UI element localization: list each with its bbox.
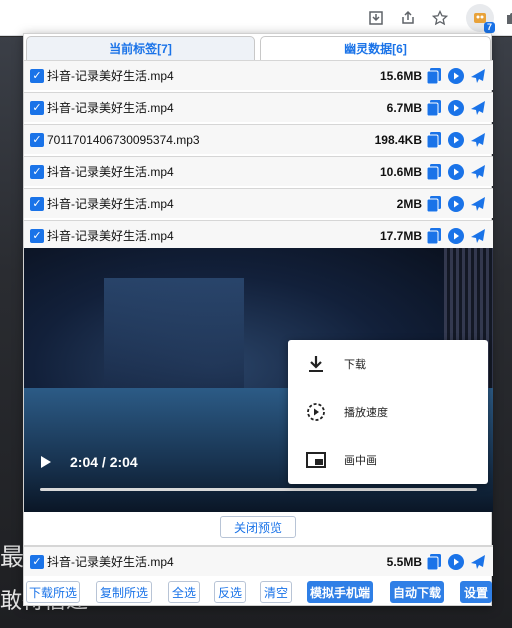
send-download-icon[interactable] xyxy=(470,554,486,570)
tab-ghost-data[interactable]: 幽灵数据[6] xyxy=(260,36,491,61)
checkbox[interactable]: ✓ xyxy=(30,228,44,243)
file-name: 抖音-记录美好生活.mp4 xyxy=(47,555,174,569)
file-size: 17.7MB xyxy=(379,228,422,243)
menu-item-label: 画中画 xyxy=(344,455,377,467)
file-size: 2MB xyxy=(396,196,422,211)
checkbox[interactable]: ✓ xyxy=(30,68,44,83)
checkbox[interactable]: ✓ xyxy=(30,132,44,147)
file-size: 5.5MB xyxy=(386,554,422,569)
download-selected-button[interactable]: 下载所选 xyxy=(26,581,80,603)
send-download-icon[interactable] xyxy=(470,164,486,180)
play-icon[interactable] xyxy=(448,99,464,116)
file-row[interactable]: ✓ 7011701406730095374.mp3 198.4KB xyxy=(24,124,493,154)
file-size: 6.7MB xyxy=(386,100,422,115)
star-icon[interactable] xyxy=(428,6,452,30)
copy-icon[interactable] xyxy=(426,163,442,180)
player-context-menu: 下载 播放速度 画中画 xyxy=(288,340,488,484)
close-preview-button[interactable]: 关闭预览 xyxy=(220,516,296,538)
extension-badge: 7 xyxy=(483,22,495,33)
settings-button[interactable]: 设置 xyxy=(460,581,492,603)
play-icon[interactable] xyxy=(40,455,54,469)
file-row[interactable]: ✓ 抖音-记录美好生活.mp4 5.5MB xyxy=(24,546,493,576)
download-icon[interactable] xyxy=(364,6,388,30)
progress-bar[interactable] xyxy=(40,488,477,491)
share-icon[interactable] xyxy=(396,6,420,30)
puzzle-icon[interactable] xyxy=(500,6,512,30)
tab-current[interactable]: 当前标签[7] xyxy=(26,36,255,61)
file-row[interactable]: ✓ 抖音-记录美好生活.mp4 17.7MB xyxy=(24,220,493,250)
file-size: 198.4KB xyxy=(374,132,422,147)
invert-selection-button[interactable]: 反选 xyxy=(214,581,246,603)
file-name: 抖音-记录美好生活.mp4 xyxy=(47,69,174,83)
file-name: 抖音-记录美好生活.mp4 xyxy=(47,165,174,179)
picture-in-picture-icon xyxy=(305,449,327,471)
play-icon[interactable] xyxy=(448,195,464,212)
copy-icon[interactable] xyxy=(426,131,442,148)
extension-icon[interactable]: 7 xyxy=(466,4,495,33)
copy-icon[interactable] xyxy=(426,67,442,84)
simulate-mobile-button[interactable]: 模拟手机端 xyxy=(307,581,373,603)
checkbox[interactable]: ✓ xyxy=(30,554,44,569)
checkbox[interactable]: ✓ xyxy=(30,196,44,211)
playback-time: 2:04 / 2:04 xyxy=(70,454,138,470)
download-icon xyxy=(305,353,327,375)
browser-toolbar: 7 xyxy=(0,0,512,36)
menu-item-label: 下载 xyxy=(344,359,366,371)
play-icon[interactable] xyxy=(448,131,464,148)
player-controls: 2:04 / 2:04 xyxy=(40,454,138,470)
menu-item-label: 播放速度 xyxy=(344,407,388,419)
play-icon[interactable] xyxy=(448,163,464,180)
file-name: 7011701406730095374.mp3 xyxy=(47,132,200,147)
play-icon[interactable] xyxy=(448,67,464,84)
menu-item-download[interactable]: 下载 xyxy=(288,340,488,388)
menu-item-picture-in-picture[interactable]: 画中画 xyxy=(288,436,488,484)
file-name: 抖音-记录美好生活.mp4 xyxy=(47,101,174,115)
video-frame-city xyxy=(104,278,244,388)
auto-download-button[interactable]: 自动下载 xyxy=(390,581,444,603)
send-download-icon[interactable] xyxy=(470,100,486,116)
file-name: 抖音-记录美好生活.mp4 xyxy=(47,197,174,211)
clear-button[interactable]: 清空 xyxy=(260,581,292,603)
playback-speed-icon xyxy=(305,401,327,423)
play-icon[interactable] xyxy=(448,553,464,570)
file-size: 10.6MB xyxy=(379,164,422,179)
send-download-icon[interactable] xyxy=(470,228,486,244)
play-icon[interactable] xyxy=(448,227,464,244)
action-bar: 下载所选 复制所选 全选 反选 清空 模拟手机端 自动下载 设置 xyxy=(24,578,493,606)
copy-icon[interactable] xyxy=(426,99,442,116)
checkbox[interactable]: ✓ xyxy=(30,100,44,115)
video-preview[interactable]: 2:04 / 2:04 下载 播放速度 画中画 xyxy=(24,248,493,512)
copy-icon[interactable] xyxy=(426,553,442,570)
tab-bar: 当前标签[7] 幽灵数据[6] xyxy=(24,34,493,62)
menu-item-playback-speed[interactable]: 播放速度 xyxy=(288,388,488,436)
file-row[interactable]: ✓ 抖音-记录美好生活.mp4 6.7MB xyxy=(24,92,493,122)
send-download-icon[interactable] xyxy=(470,196,486,212)
file-row[interactable]: ✓ 抖音-记录美好生活.mp4 15.6MB xyxy=(24,60,493,90)
send-download-icon[interactable] xyxy=(470,68,486,84)
file-row[interactable]: ✓ 抖音-记录美好生活.mp4 2MB xyxy=(24,188,493,218)
file-size: 15.6MB xyxy=(379,68,422,83)
send-download-icon[interactable] xyxy=(470,132,486,148)
select-all-button[interactable]: 全选 xyxy=(168,581,200,603)
copy-icon[interactable] xyxy=(426,227,442,244)
file-name: 抖音-记录美好生活.mp4 xyxy=(47,229,174,243)
file-row[interactable]: ✓ 抖音-记录美好生活.mp4 10.6MB xyxy=(24,156,493,186)
copy-icon[interactable] xyxy=(426,195,442,212)
copy-selected-button[interactable]: 复制所选 xyxy=(96,581,152,603)
checkbox[interactable]: ✓ xyxy=(30,164,44,179)
extension-popup: 当前标签[7] 幽灵数据[6] ✓ 抖音-记录美好生活.mp4 15.6MB ✓… xyxy=(23,33,493,606)
background-text-1: 最 xyxy=(0,543,24,571)
